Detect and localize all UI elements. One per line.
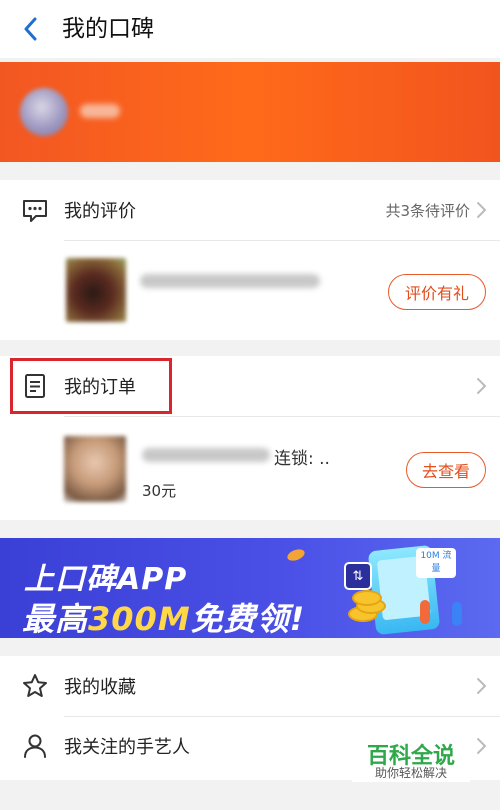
review-item[interactable]: 评价有礼 <box>0 240 500 340</box>
order-item-price: 30元 <box>142 482 177 500</box>
bottom-spacer <box>0 782 500 810</box>
back-button[interactable] <box>14 12 48 46</box>
chevron-right-icon <box>477 738 487 754</box>
review-item-thumbnail <box>66 258 126 322</box>
followed-artisans-label: 我关注的手艺人 <box>64 737 190 758</box>
pending-reviews-count: 共3条待评价 <box>385 201 470 220</box>
profile-banner <box>0 62 500 162</box>
highlight-box <box>10 358 172 414</box>
avatar[interactable] <box>20 88 68 136</box>
order-item-name-blurred <box>142 448 270 462</box>
app-promo-banner[interactable]: 上口碑APP 最高300M免费领! 10M 流量 <box>0 538 500 638</box>
username-blurred <box>80 104 120 118</box>
promo-prefix: 最高 <box>22 600 89 638</box>
my-reviews-row[interactable]: 我的评价 共3条待评价 <box>0 180 500 240</box>
chevron-right-icon <box>477 378 487 394</box>
page-title: 我的口碑 <box>62 16 154 42</box>
coin-icon <box>352 590 382 606</box>
person-illustration <box>452 602 462 626</box>
watermark-subtitle: 助你轻松解决 <box>374 766 447 780</box>
my-reviews-label: 我的评价 <box>64 201 136 222</box>
app-icon: ⇅ <box>344 562 372 590</box>
order-item-thumbnail <box>64 436 126 502</box>
comment-icon <box>20 195 50 225</box>
person-icon <box>20 731 50 761</box>
person-illustration <box>420 600 430 624</box>
promo-suffix: 免费领! <box>190 600 306 638</box>
review-item-name-blurred <box>140 274 320 288</box>
reviews-card: 我的评价 共3条待评价 评价有礼 <box>0 180 500 340</box>
my-favorites-row[interactable]: 我的收藏 <box>0 656 500 716</box>
promo-headline: 上口碑APP <box>24 562 188 597</box>
chevron-right-icon <box>477 202 487 218</box>
my-favorites-label: 我的收藏 <box>64 677 136 698</box>
watermark: 百科全说 助你轻松解决 <box>352 738 470 784</box>
promo-subheadline: 最高300M免费领! <box>22 594 305 638</box>
view-order-button[interactable]: 去查看 <box>406 452 486 488</box>
order-item-name-suffix: 连锁: .. <box>274 449 330 469</box>
chevron-right-icon <box>477 678 487 694</box>
promo-amount: 300M <box>88 600 191 638</box>
back-chevron-icon <box>24 17 37 41</box>
data-bundle-tag: 10M 流量 <box>416 548 456 578</box>
top-bar: 我的口碑 <box>0 0 500 58</box>
review-reward-button[interactable]: 评价有礼 <box>388 274 486 310</box>
star-icon <box>20 671 50 701</box>
